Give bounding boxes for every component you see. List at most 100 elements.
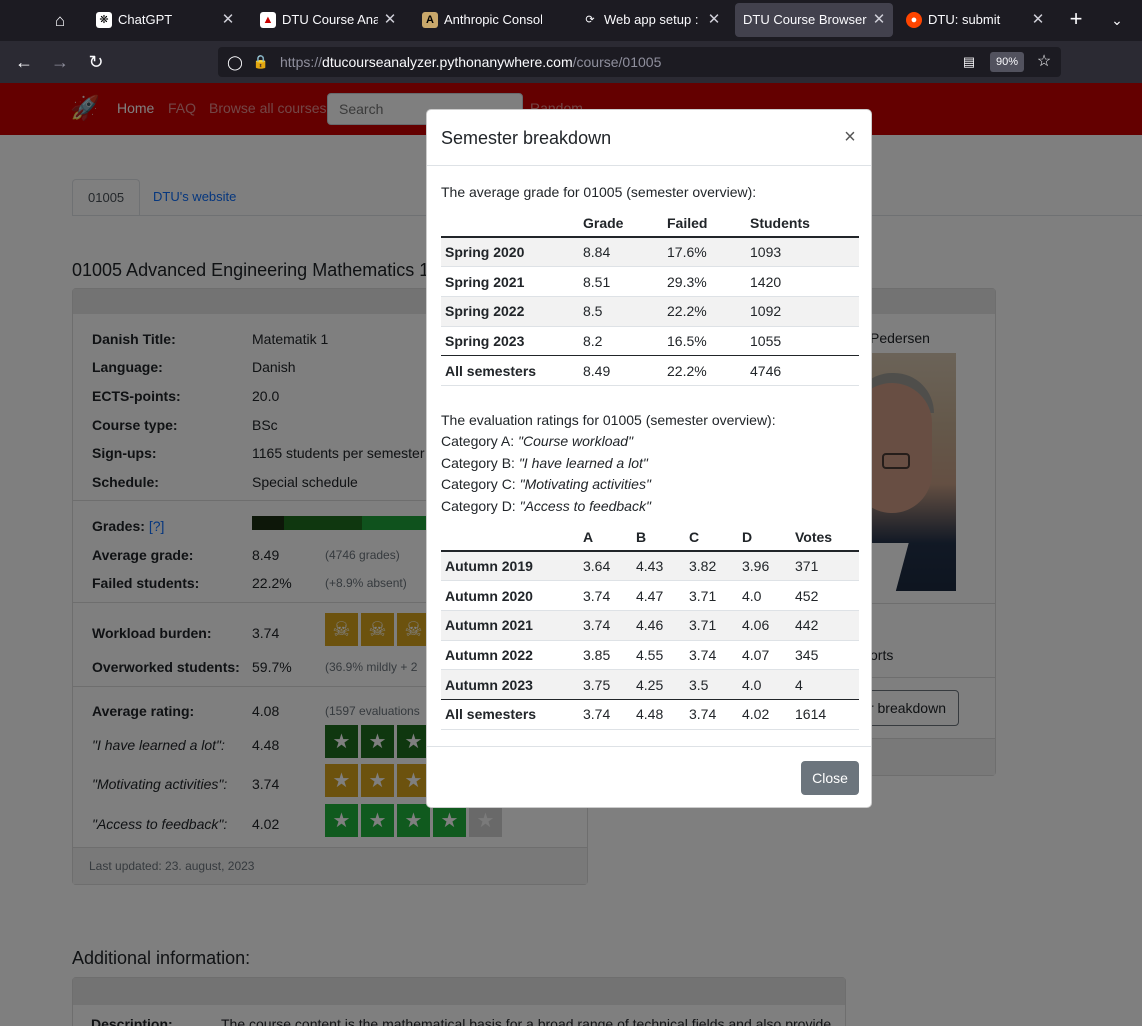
table-row: Autumn 2022 3.85 4.55 3.74 4.07 345 — [441, 639, 859, 670]
tab-web-app-setup[interactable]: ⟳ Web app setup : DTU ✕ — [572, 0, 728, 39]
address-bar[interactable]: ◯ 🔒 https://dtucourseanalyzer.pythonanyw… — [218, 47, 1061, 77]
shield-icon[interactable]: ◯ — [226, 53, 244, 71]
table-cell: Autumn 2020 — [441, 580, 579, 611]
reader-view-icon[interactable]: ▤ — [960, 53, 978, 71]
category-label: Category C: — [441, 476, 516, 492]
tab-dtu-submit[interactable]: ● DTU: submit ✕ — [896, 0, 1052, 39]
table-cell: 3.64 — [579, 550, 632, 581]
table-cell: 3.74 — [685, 698, 738, 730]
grade-table: Grade Failed Students Spring 2020 8.84 1… — [441, 209, 859, 386]
table-row: Autumn 2019 3.64 4.43 3.82 3.96 371 — [441, 550, 859, 581]
table-cell: 4.46 — [632, 609, 685, 641]
semester-breakdown-modal: Semester breakdown × The average grade f… — [426, 109, 872, 808]
table-header-row: A B C D Votes — [441, 523, 859, 552]
tab-title: DTU Course Browser — [743, 12, 867, 27]
table-total-row: All semesters 3.74 4.48 3.74 4.02 1614 — [441, 698, 859, 730]
table-cell: 3.74 — [685, 639, 738, 670]
column-header: A — [579, 523, 632, 552]
table-cell: 3.71 — [685, 609, 738, 641]
table-cell: 16.5% — [663, 325, 746, 356]
modal-footer: Close — [427, 746, 871, 808]
tab-anthropic-console[interactable]: A Anthropic Console — [412, 0, 568, 39]
table-row: Spring 2021 8.51 29.3% 1420 — [441, 266, 859, 297]
table-row: Autumn 2020 3.74 4.47 3.71 4.0 452 — [441, 580, 859, 611]
tab-title: Web app setup : DTU — [604, 12, 702, 27]
table-cell: 1614 — [791, 698, 859, 730]
table-cell: 4.47 — [632, 580, 685, 611]
table-cell: 8.49 — [579, 355, 663, 386]
close-tab-icon[interactable]: ✕ — [1030, 0, 1046, 39]
table-header-row: Grade Failed Students — [441, 209, 859, 238]
table-cell: 4.07 — [738, 639, 791, 670]
table-cell: 1093 — [746, 236, 859, 267]
category-line: Category A: "Course workload" — [441, 433, 633, 449]
back-arrow-icon[interactable]: ← — [12, 50, 36, 74]
category-line: Category C: "Motivating activities" — [441, 476, 651, 492]
column-header: Votes — [791, 523, 859, 552]
tab-dtu-analyzer[interactable]: ▲ DTU Course Analyze ✕ — [250, 0, 404, 39]
table-cell: Autumn 2023 — [441, 669, 579, 700]
close-tab-icon[interactable]: ✕ — [220, 0, 236, 39]
category-text: "I have learned a lot" — [518, 455, 648, 471]
category-label: Category D: — [441, 498, 516, 514]
column-header: D — [738, 523, 791, 552]
category-text: "Motivating activities" — [519, 476, 651, 492]
reload-icon[interactable]: ↻ — [84, 50, 108, 74]
home-icon[interactable]: ⌂ — [40, 9, 80, 33]
grade-intro: The average grade for 01005 (semester ov… — [441, 184, 757, 200]
url-text[interactable]: https://dtucourseanalyzer.pythonanywhere… — [280, 53, 661, 71]
eval-intro: The evaluation ratings for 01005 (semest… — [441, 412, 776, 428]
column-header: B — [632, 523, 685, 552]
column-header: Students — [746, 209, 859, 238]
new-tab-icon[interactable]: + — [1064, 8, 1088, 32]
pythonanywhere-icon: ⟳ — [585, 14, 595, 26]
table-cell: 22.2% — [663, 295, 746, 327]
close-tab-icon[interactable]: ✕ — [706, 0, 722, 39]
table-cell: 3.74 — [579, 698, 632, 730]
table-cell: 3.82 — [685, 550, 738, 581]
table-cell: 22.2% — [663, 355, 746, 386]
url-path: /course/01005 — [572, 54, 662, 70]
table-cell: 4.0 — [738, 580, 791, 611]
tab-chatgpt[interactable]: ❋ ChatGPT ✕ — [86, 0, 242, 39]
table-cell: 3.74 — [579, 580, 632, 611]
table-cell: 4.0 — [738, 669, 791, 700]
url-scheme: https:// — [280, 54, 323, 70]
browser-tab-bar: ⌂ ❋ ChatGPT ✕ ▲ DTU Course Analyze ✕ A A… — [0, 0, 1142, 41]
table-cell: All semesters — [441, 355, 579, 386]
bookmark-star-icon[interactable]: ☆ — [1034, 52, 1054, 72]
table-cell: 3.75 — [579, 669, 632, 700]
close-tab-icon[interactable]: ✕ — [382, 0, 398, 39]
tab-dtu-course-browser[interactable]: DTU Course Browser ✕ — [735, 3, 893, 37]
table-cell: Autumn 2021 — [441, 609, 579, 641]
url-host: dtucourseanalyzer.pythonanywhere.com — [322, 54, 573, 70]
table-cell: 3.74 — [579, 609, 632, 641]
lock-icon[interactable]: 🔒 — [252, 53, 270, 71]
table-cell: 4.06 — [738, 609, 791, 641]
table-cell: 1420 — [746, 266, 859, 297]
browser-toolbar: ← → ↻ ◯ 🔒 https://dtucourseanalyzer.pyth… — [0, 41, 1142, 83]
anthropic-icon: A — [422, 12, 438, 28]
table-row: Autumn 2023 3.75 4.25 3.5 4.0 4 — [441, 669, 859, 700]
close-tab-icon[interactable]: ✕ — [871, 3, 887, 37]
table-row: Spring 2020 8.84 17.6% 1093 — [441, 236, 859, 267]
table-cell: 4.25 — [632, 669, 685, 700]
table-cell: 4746 — [746, 355, 859, 386]
chevron-down-icon[interactable]: ⌄ — [1105, 9, 1129, 33]
close-icon[interactable]: × — [839, 126, 861, 148]
modal-title: Semester breakdown — [441, 128, 612, 148]
close-button[interactable]: Close — [801, 761, 859, 795]
category-label: Category B: — [441, 455, 515, 471]
table-cell: 8.51 — [579, 266, 663, 297]
reddit-icon: ● — [906, 12, 922, 28]
table-cell: Spring 2021 — [441, 266, 579, 297]
zoom-level[interactable]: 90% — [990, 52, 1024, 72]
table-cell: 4.43 — [632, 550, 685, 581]
table-cell: 3.71 — [685, 580, 738, 611]
table-cell: 4.55 — [632, 639, 685, 670]
table-cell: 17.6% — [663, 236, 746, 267]
forward-arrow-icon[interactable]: → — [48, 50, 72, 74]
table-cell: 8.84 — [579, 236, 663, 267]
table-cell: 345 — [791, 639, 859, 670]
dtu-analyzer-icon: ▲ — [260, 12, 276, 28]
